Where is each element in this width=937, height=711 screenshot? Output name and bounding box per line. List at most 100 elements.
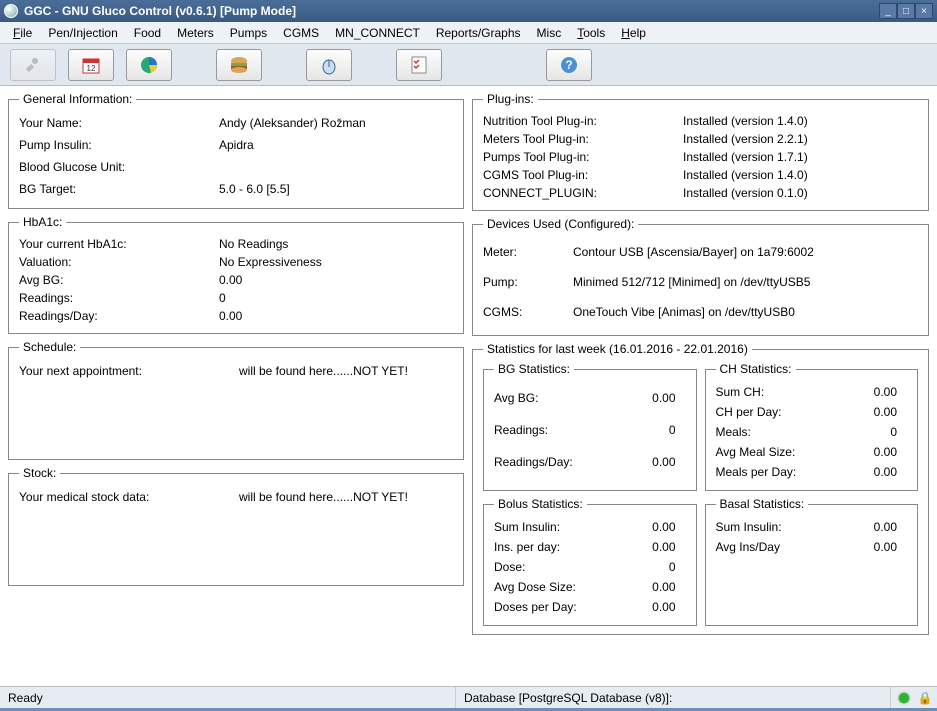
- status-ready: Ready: [0, 687, 456, 708]
- basal-stats-panel: Basal Statistics: Sum Insulin:0.00 Avg I…: [705, 497, 919, 626]
- ch-perday-value: 0.00: [847, 405, 907, 419]
- bg-target-label: BG Target:: [19, 182, 219, 196]
- schedule-label: Your next appointment:: [19, 364, 239, 378]
- hba1c-current-label: Your current HbA1c:: [19, 237, 219, 251]
- bg-unit-value: [219, 160, 453, 174]
- bolus-avgdose-value: 0.00: [626, 580, 686, 594]
- basal-sum-value: 0.00: [847, 520, 907, 534]
- menu-reports[interactable]: Reports/Graphs: [429, 24, 528, 42]
- ch-mpd-value: 0.00: [847, 465, 907, 479]
- bolus-sum-value: 0.00: [626, 520, 686, 534]
- stock-value: will be found here......NOT YET!: [239, 490, 453, 504]
- menu-food[interactable]: Food: [127, 24, 168, 42]
- device-meter-value: Contour USB [Ascensia/Bayer] on 1a79:600…: [573, 245, 918, 259]
- burger-icon: [228, 55, 250, 75]
- toolbar-button-1: [10, 49, 56, 81]
- hba1c-rpd-label: Readings/Day:: [19, 309, 219, 323]
- toolbar-checklist-button[interactable]: [396, 49, 442, 81]
- plugin-meters-label: Meters Tool Plug-in:: [483, 132, 683, 146]
- hba1c-panel: HbA1c: Your current HbA1c:No Readings Va…: [8, 215, 464, 334]
- schedule-legend: Schedule:: [19, 340, 80, 354]
- basal-sum-label: Sum Insulin:: [716, 520, 848, 534]
- window-title: GGC - GNU Gluco Control (v0.6.1) [Pump M…: [24, 4, 879, 18]
- bg-avgbg-value: 0.00: [626, 391, 686, 405]
- schedule-panel: Schedule: Your next appointment: will be…: [8, 340, 464, 460]
- toolbar-calendar-button[interactable]: 12: [68, 49, 114, 81]
- hba1c-avgbg-label: Avg BG:: [19, 273, 219, 287]
- menu-tools[interactable]: Tools: [570, 24, 612, 42]
- bolus-stats-panel: Bolus Statistics: Sum Insulin:0.00 Ins. …: [483, 497, 697, 626]
- statistics-panel: Statistics for last week (16.01.2016 - 2…: [472, 342, 929, 635]
- bolus-dose-value: 0: [626, 560, 686, 574]
- bg-stats-panel: BG Statistics: Avg BG:0.00 Readings:0 Re…: [483, 362, 697, 491]
- menu-misc[interactable]: Misc: [530, 24, 569, 42]
- menu-cgms[interactable]: CGMS: [276, 24, 326, 42]
- plugin-nutrition-label: Nutrition Tool Plug-in:: [483, 114, 683, 128]
- toolbar-chart-button[interactable]: [126, 49, 172, 81]
- content-area: General Information: Your Name: Andy (Al…: [0, 86, 937, 686]
- tools-icon: [23, 55, 43, 75]
- bg-readings-label: Readings:: [494, 423, 626, 437]
- hba1c-readings-value: 0: [219, 291, 453, 305]
- bolus-dpd-label: Doses per Day:: [494, 600, 626, 614]
- toolbar-device-button[interactable]: [306, 49, 352, 81]
- menu-pen-injection[interactable]: Pen/Injection: [41, 24, 124, 42]
- hba1c-valuation-value: No Expressiveness: [219, 255, 453, 269]
- toolbar-food-button[interactable]: [216, 49, 262, 81]
- bolus-stats-legend: Bolus Statistics:: [494, 497, 587, 511]
- basal-avg-value: 0.00: [847, 540, 907, 554]
- hba1c-readings-label: Readings:: [19, 291, 219, 305]
- schedule-value: will be found here......NOT YET!: [239, 364, 453, 378]
- bolus-dpd-value: 0.00: [626, 600, 686, 614]
- toolbar: 12 ?: [0, 44, 937, 86]
- bolus-sum-label: Sum Insulin:: [494, 520, 626, 534]
- ch-avgsize-label: Avg Meal Size:: [716, 445, 848, 459]
- stock-panel: Stock: Your medical stock data: will be …: [8, 466, 464, 586]
- minimize-button[interactable]: _: [879, 3, 897, 19]
- general-info-panel: General Information: Your Name: Andy (Al…: [8, 92, 464, 209]
- ch-sum-value: 0.00: [847, 385, 907, 399]
- plugin-meters-value: Installed (version 2.2.1): [683, 132, 918, 146]
- devices-panel: Devices Used (Configured): Meter:Contour…: [472, 217, 929, 336]
- toolbar-help-button[interactable]: ?: [546, 49, 592, 81]
- status-indicator-icon: [899, 693, 909, 703]
- basal-stats-legend: Basal Statistics:: [716, 497, 809, 511]
- mouse-icon: [319, 55, 339, 75]
- plugins-legend: Plug-ins:: [483, 92, 538, 106]
- statistics-legend: Statistics for last week (16.01.2016 - 2…: [483, 342, 752, 356]
- pie-chart-icon: [139, 55, 159, 75]
- plugin-nutrition-value: Installed (version 1.4.0): [683, 114, 918, 128]
- hba1c-avgbg-value: 0.00: [219, 273, 453, 287]
- menu-meters[interactable]: Meters: [170, 24, 221, 42]
- ch-stats-legend: CH Statistics:: [716, 362, 796, 376]
- help-icon: ?: [559, 55, 579, 75]
- maximize-button[interactable]: □: [897, 3, 915, 19]
- bolus-avgdose-label: Avg Dose Size:: [494, 580, 626, 594]
- close-button[interactable]: ×: [915, 3, 933, 19]
- plugin-cgms-value: Installed (version 1.4.0): [683, 168, 918, 182]
- calendar-icon: 12: [81, 55, 101, 75]
- titlebar: GGC - GNU Gluco Control (v0.6.1) [Pump M…: [0, 0, 937, 22]
- bolus-dose-label: Dose:: [494, 560, 626, 574]
- menu-file[interactable]: File: [6, 24, 39, 42]
- hba1c-current-value: No Readings: [219, 237, 453, 251]
- ch-sum-label: Sum CH:: [716, 385, 848, 399]
- svg-text:12: 12: [87, 64, 96, 73]
- menubar: File Pen/Injection Food Meters Pumps CGM…: [0, 22, 937, 44]
- your-name-value: Andy (Aleksander) Rožman: [219, 116, 453, 130]
- device-cgms-label: CGMS:: [483, 305, 573, 319]
- devices-legend: Devices Used (Configured):: [483, 217, 638, 231]
- bg-target-value: 5.0 - 6.0 [5.5]: [219, 182, 453, 196]
- menu-help[interactable]: Help: [614, 24, 653, 42]
- bg-rpd-value: 0.00: [626, 455, 686, 469]
- bg-unit-label: Blood Glucose Unit:: [19, 160, 219, 174]
- bg-avgbg-label: Avg BG:: [494, 391, 626, 405]
- menu-mnconnect[interactable]: MN_CONNECT: [328, 24, 427, 42]
- svg-text:?: ?: [565, 58, 572, 72]
- plugin-pumps-value: Installed (version 1.7.1): [683, 150, 918, 164]
- ch-avgsize-value: 0.00: [847, 445, 907, 459]
- bg-stats-legend: BG Statistics:: [494, 362, 574, 376]
- statusbar: Ready Database [PostgreSQL Database (v8)…: [0, 686, 937, 708]
- menu-pumps[interactable]: Pumps: [223, 24, 274, 42]
- ch-mpd-label: Meals per Day:: [716, 465, 848, 479]
